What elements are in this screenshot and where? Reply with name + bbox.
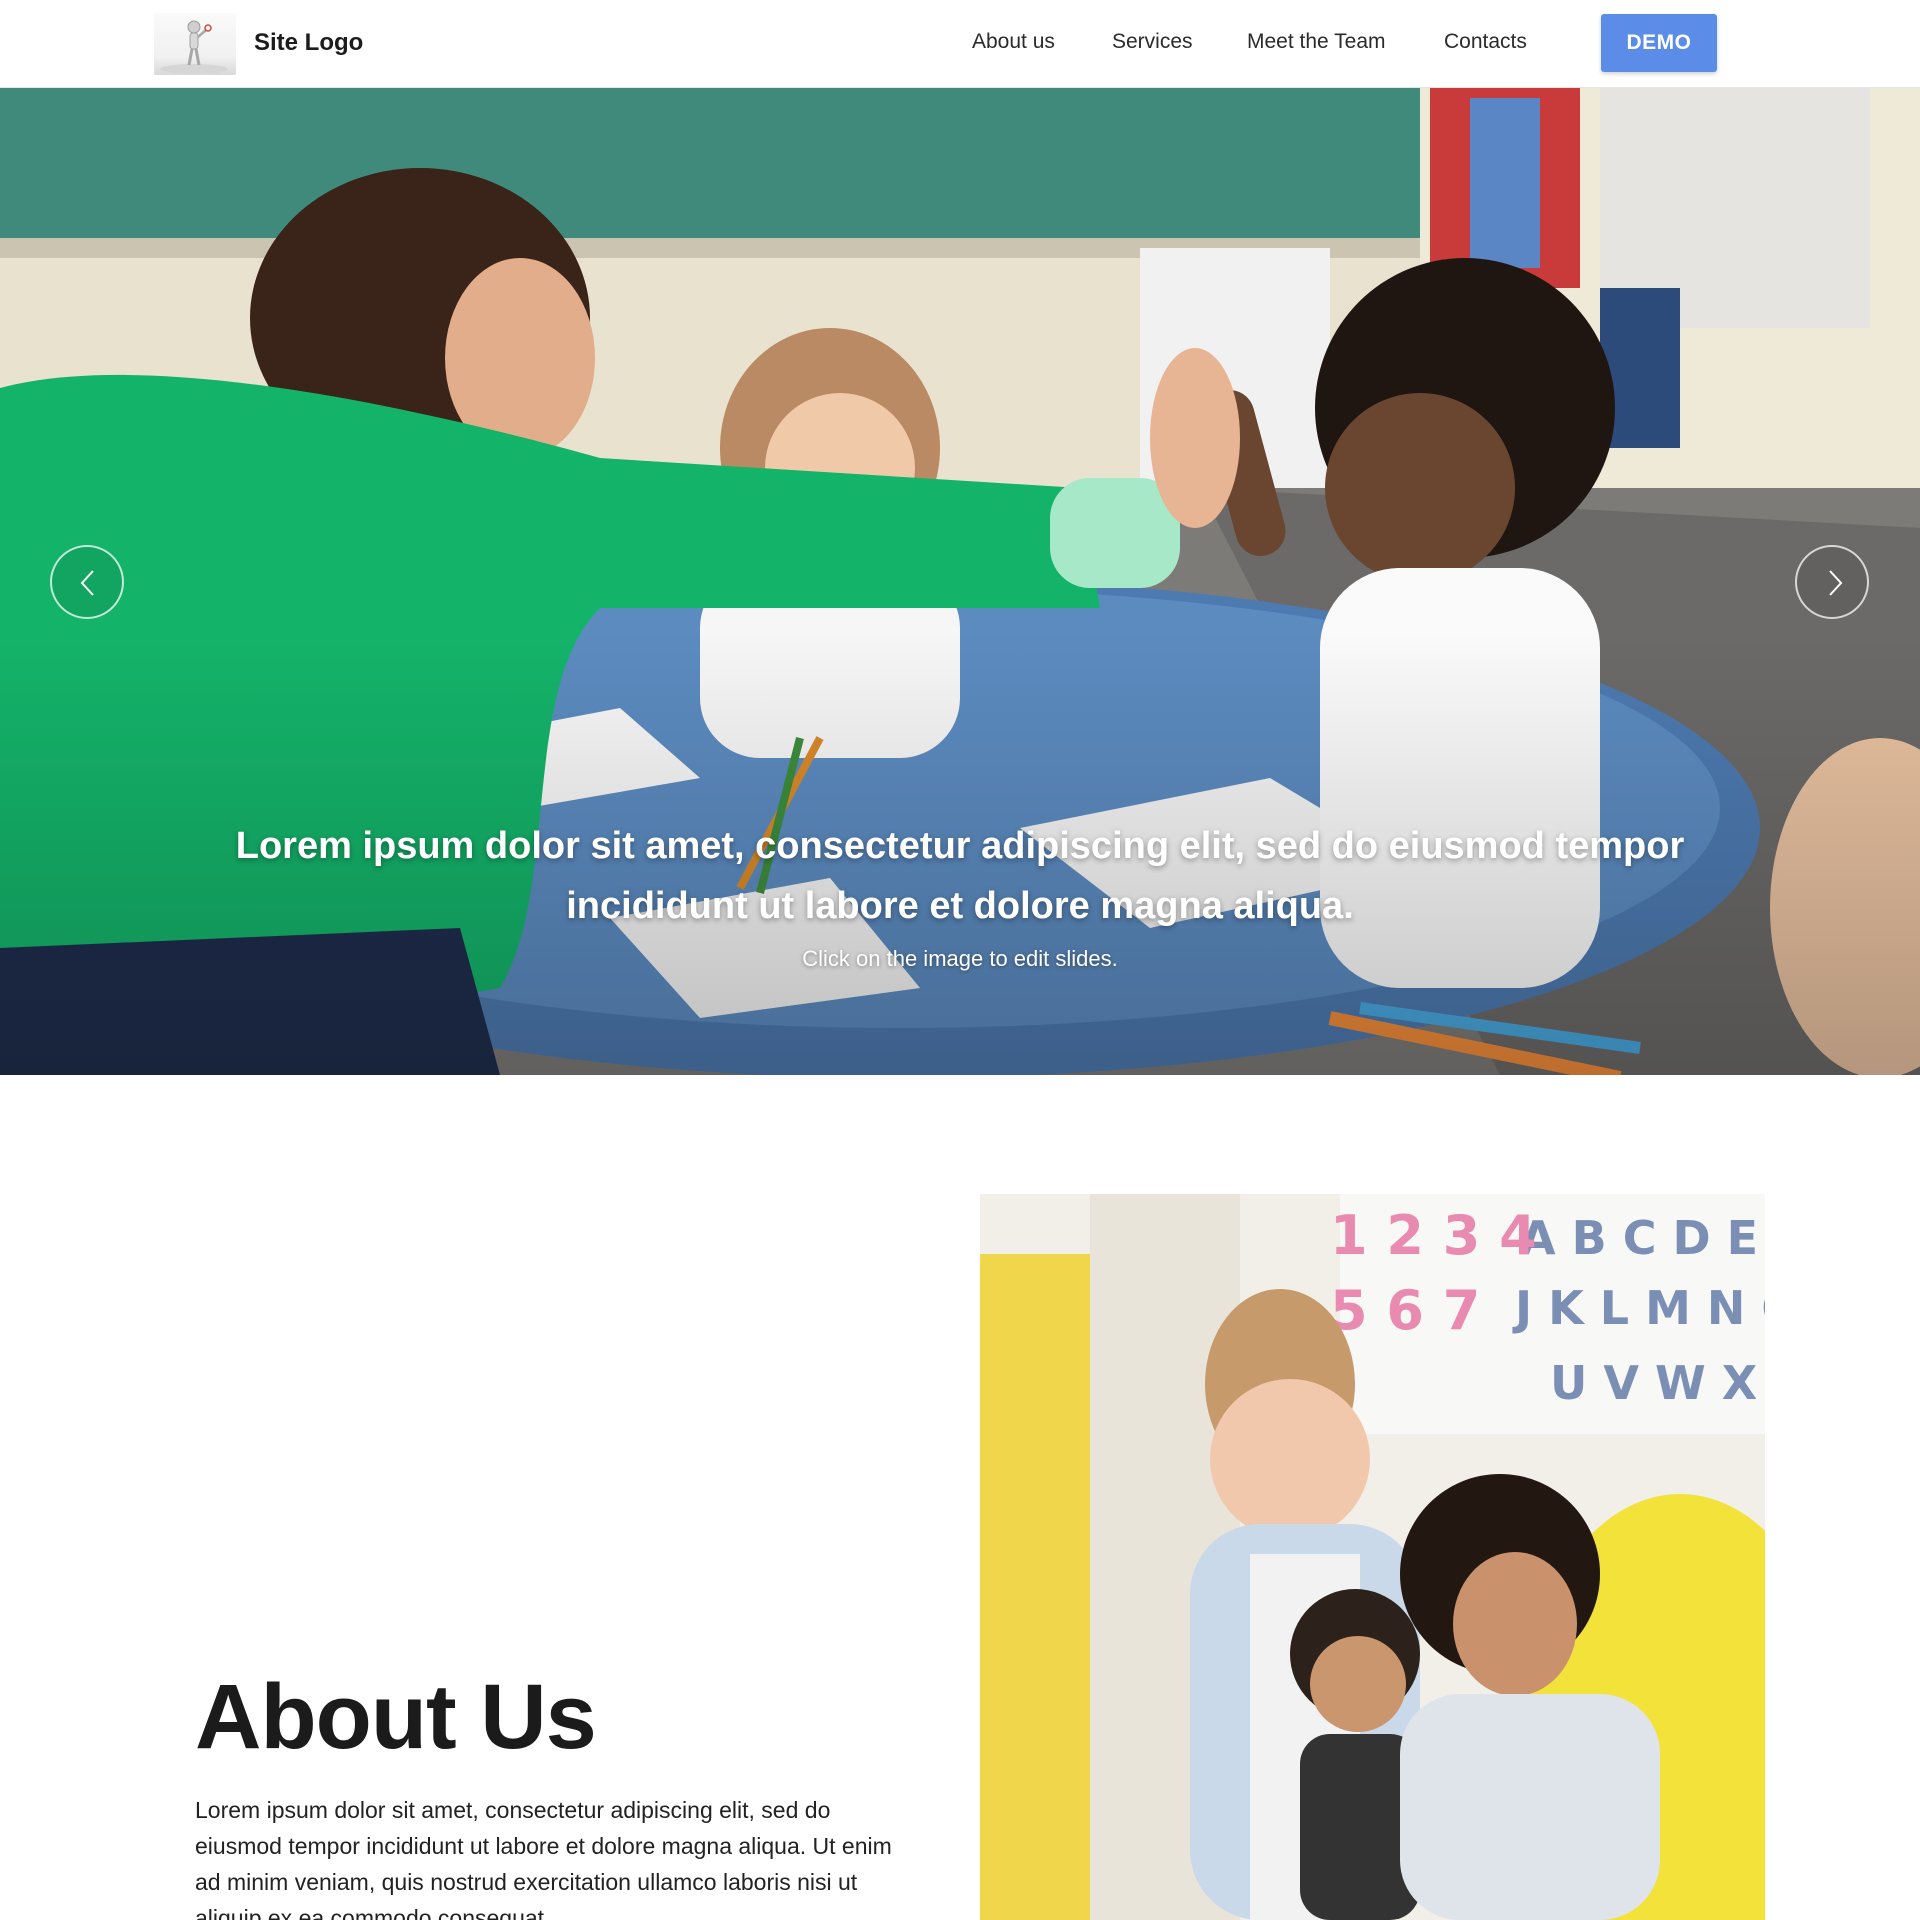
slider-next-button[interactable] bbox=[1795, 545, 1869, 619]
about-photo-illustration: A B C D E F G H J K L M N O P Q U V W X … bbox=[980, 1194, 1765, 1920]
nav-link-contacts[interactable]: Contacts bbox=[1444, 30, 1527, 54]
demo-button[interactable]: DEMO bbox=[1601, 14, 1717, 72]
nav-link-services[interactable]: Services bbox=[1112, 30, 1193, 54]
logo-figure-icon bbox=[160, 20, 228, 74]
about-title: About Us bbox=[195, 1666, 597, 1768]
about-text: Lorem ipsum dolor sit amet, consectetur … bbox=[195, 1797, 892, 1920]
svg-text:A B C D E F G H: A B C D E F G H bbox=[1520, 1211, 1765, 1265]
chevron-right-icon bbox=[1829, 570, 1843, 596]
hero-slider: Lorem ipsum dolor sit amet, consectetur … bbox=[0, 88, 1920, 1075]
nav-link-about[interactable]: About us bbox=[972, 30, 1055, 54]
nav-link-team[interactable]: Meet the Team bbox=[1247, 30, 1386, 54]
slider-prev-button[interactable] bbox=[50, 545, 124, 619]
about-image[interactable]: A B C D E F G H J K L M N O P Q U V W X … bbox=[980, 1194, 1765, 1920]
svg-text:J K L M N O P Q: J K L M N O P Q bbox=[1512, 1281, 1765, 1335]
hero-caption: Lorem ipsum dolor sit amet, consectetur … bbox=[235, 825, 1685, 927]
svg-text:5 6 7: 5 6 7 bbox=[1330, 1279, 1480, 1342]
svg-text:1 2 3 4: 1 2 3 4 bbox=[1330, 1204, 1537, 1267]
site-header: Site Logo About us Services Meet the Tea… bbox=[0, 0, 1920, 88]
chevron-left-icon bbox=[80, 570, 94, 596]
svg-text:U V W X Y Z: U V W X Y Z bbox=[1550, 1356, 1765, 1410]
logo-text[interactable]: Site Logo bbox=[254, 29, 363, 57]
hero-subtext: Click on the image to edit slides. bbox=[802, 946, 1118, 971]
logo-image[interactable] bbox=[154, 13, 236, 75]
